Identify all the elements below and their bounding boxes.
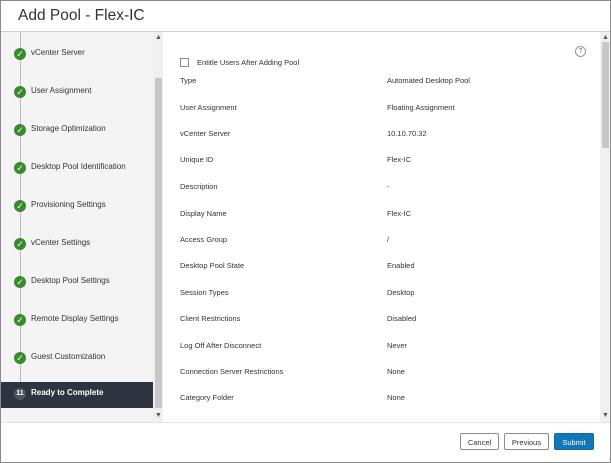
summary-key: Client Restrictions xyxy=(180,314,241,323)
step-provisioning-settings[interactable]: ✓ Provisioning Settings xyxy=(1,194,153,220)
summary-value: None xyxy=(387,393,405,402)
summary-row-description: Description - xyxy=(180,182,590,194)
summary-key: Category Folder xyxy=(180,393,234,402)
help-icon[interactable]: ? xyxy=(575,46,586,57)
scroll-down-icon[interactable]: ▼ xyxy=(155,412,162,419)
summary-value: Flex-IC xyxy=(387,155,412,164)
main-scrollbar[interactable]: ▲ ▼ xyxy=(600,32,610,422)
summary-row-desktop-pool-state: Desktop Pool State Enabled xyxy=(180,261,590,273)
step-label: Desktop Pool Settings xyxy=(31,276,110,285)
check-icon: ✓ xyxy=(14,238,26,250)
summary-key: Access Group xyxy=(180,235,228,244)
step-user-assignment[interactable]: ✓ User Assignment xyxy=(1,80,153,106)
check-icon: ✓ xyxy=(14,124,26,136)
step-label: Provisioning Settings xyxy=(31,200,106,209)
step-number-badge: 11 xyxy=(14,388,26,400)
step-remote-display-settings[interactable]: ✓ Remote Display Settings xyxy=(1,308,153,334)
sidebar-scrollbar[interactable]: ▲ ▼ xyxy=(153,32,163,422)
step-guest-customization[interactable]: ✓ Guest Customization xyxy=(1,346,153,372)
step-label: vCenter Settings xyxy=(31,238,91,247)
summary-value: Enabled xyxy=(387,261,415,270)
step-vcenter-settings[interactable]: ✓ vCenter Settings xyxy=(1,232,153,258)
summary-row-unique-id: Unique ID Flex-IC xyxy=(180,155,590,167)
summary-row-vcenter-server: vCenter Server 10.10.70.32 xyxy=(180,129,590,141)
summary-row-user-assignment: User Assignment Floating Assignment xyxy=(180,103,590,115)
summary-value: Floating Assignment xyxy=(387,103,455,112)
step-label: Guest Customization xyxy=(31,352,106,361)
check-icon: ✓ xyxy=(14,48,26,60)
dialog-title: Add Pool - Flex-IC xyxy=(18,7,145,24)
summary-key: Desktop Pool State xyxy=(180,261,245,270)
summary-value: Disabled xyxy=(387,314,417,323)
step-label: Remote Display Settings xyxy=(31,314,119,323)
check-icon: ✓ xyxy=(14,276,26,288)
step-desktop-pool-identification[interactable]: ✓ Desktop Pool Identification xyxy=(1,156,153,182)
step-ready-to-complete[interactable]: 11 Ready to Complete xyxy=(1,382,153,408)
summary-value: / xyxy=(387,235,390,244)
summary-row-display-name: Display Name Flex-IC xyxy=(180,209,590,221)
entitle-users-checkbox[interactable] xyxy=(180,58,189,67)
summary-row-session-types: Session Types Desktop xyxy=(180,288,590,300)
step-label: Storage Optimization xyxy=(31,124,106,133)
scroll-up-icon[interactable]: ▲ xyxy=(602,34,609,41)
add-pool-dialog: Add Pool - Flex-IC ✓ vCenter Server ✓ Us… xyxy=(0,0,611,463)
summary-key: Display Name xyxy=(180,209,227,218)
summary-key: Log Off After Disconnect xyxy=(180,341,262,350)
summary-value: Flex-IC xyxy=(387,209,412,218)
previous-button[interactable]: Previous xyxy=(504,433,549,450)
step-label: Desktop Pool Identification xyxy=(31,162,126,171)
step-label: Ready to Complete xyxy=(31,388,104,397)
cancel-button[interactable]: Cancel xyxy=(460,433,499,450)
summary-value: 10.10.70.32 xyxy=(387,129,427,138)
summary-row-type: Type Automated Desktop Pool xyxy=(180,76,590,88)
summary-key: Type xyxy=(180,76,197,85)
summary-value: Automated Desktop Pool xyxy=(387,76,470,85)
check-icon: ✓ xyxy=(14,200,26,212)
summary-row-access-group: Access Group / xyxy=(180,235,590,247)
summary-row-connection-server-restrictions: Connection Server Restrictions None xyxy=(180,367,590,379)
summary-key: Unique ID xyxy=(180,155,214,164)
summary-value: Desktop xyxy=(387,288,415,297)
summary-row-category-folder: Category Folder None xyxy=(180,393,590,405)
summary-row-client-restrictions: Client Restrictions Disabled xyxy=(180,314,590,326)
check-icon: ✓ xyxy=(14,352,26,364)
check-icon: ✓ xyxy=(14,314,26,326)
summary-value: - xyxy=(387,182,390,191)
summary-row-log-off-after-disconnect: Log Off After Disconnect Never xyxy=(180,341,590,353)
summary-key: Description xyxy=(180,182,218,191)
check-icon: ✓ xyxy=(14,162,26,174)
sidebar-scrollbar-thumb[interactable] xyxy=(155,78,162,408)
scroll-down-icon[interactable]: ▼ xyxy=(602,412,609,419)
step-vcenter-server[interactable]: ✓ vCenter Server xyxy=(1,42,153,68)
summary-key: Connection Server Restrictions xyxy=(180,367,284,376)
main-scrollbar-thumb[interactable] xyxy=(602,42,609,148)
summary-key: Session Types xyxy=(180,288,229,297)
step-storage-optimization[interactable]: ✓ Storage Optimization xyxy=(1,118,153,144)
step-label: User Assignment xyxy=(31,86,92,95)
entitle-users-label[interactable]: Entitle Users After Adding Pool xyxy=(197,58,299,67)
step-desktop-pool-settings[interactable]: ✓ Desktop Pool Settings xyxy=(1,270,153,296)
step-label: vCenter Server xyxy=(31,48,85,57)
summary-value: None xyxy=(387,367,405,376)
summary-value: Never xyxy=(387,341,408,350)
summary-key: User Assignment xyxy=(180,103,237,112)
summary-key: vCenter Server xyxy=(180,129,231,138)
footer-divider xyxy=(1,422,610,423)
submit-button[interactable]: Submit xyxy=(554,433,594,450)
wizard-steps-sidebar: ✓ vCenter Server ✓ User Assignment ✓ Sto… xyxy=(1,32,153,422)
check-icon: ✓ xyxy=(14,86,26,98)
scroll-up-icon[interactable]: ▲ xyxy=(155,34,162,41)
